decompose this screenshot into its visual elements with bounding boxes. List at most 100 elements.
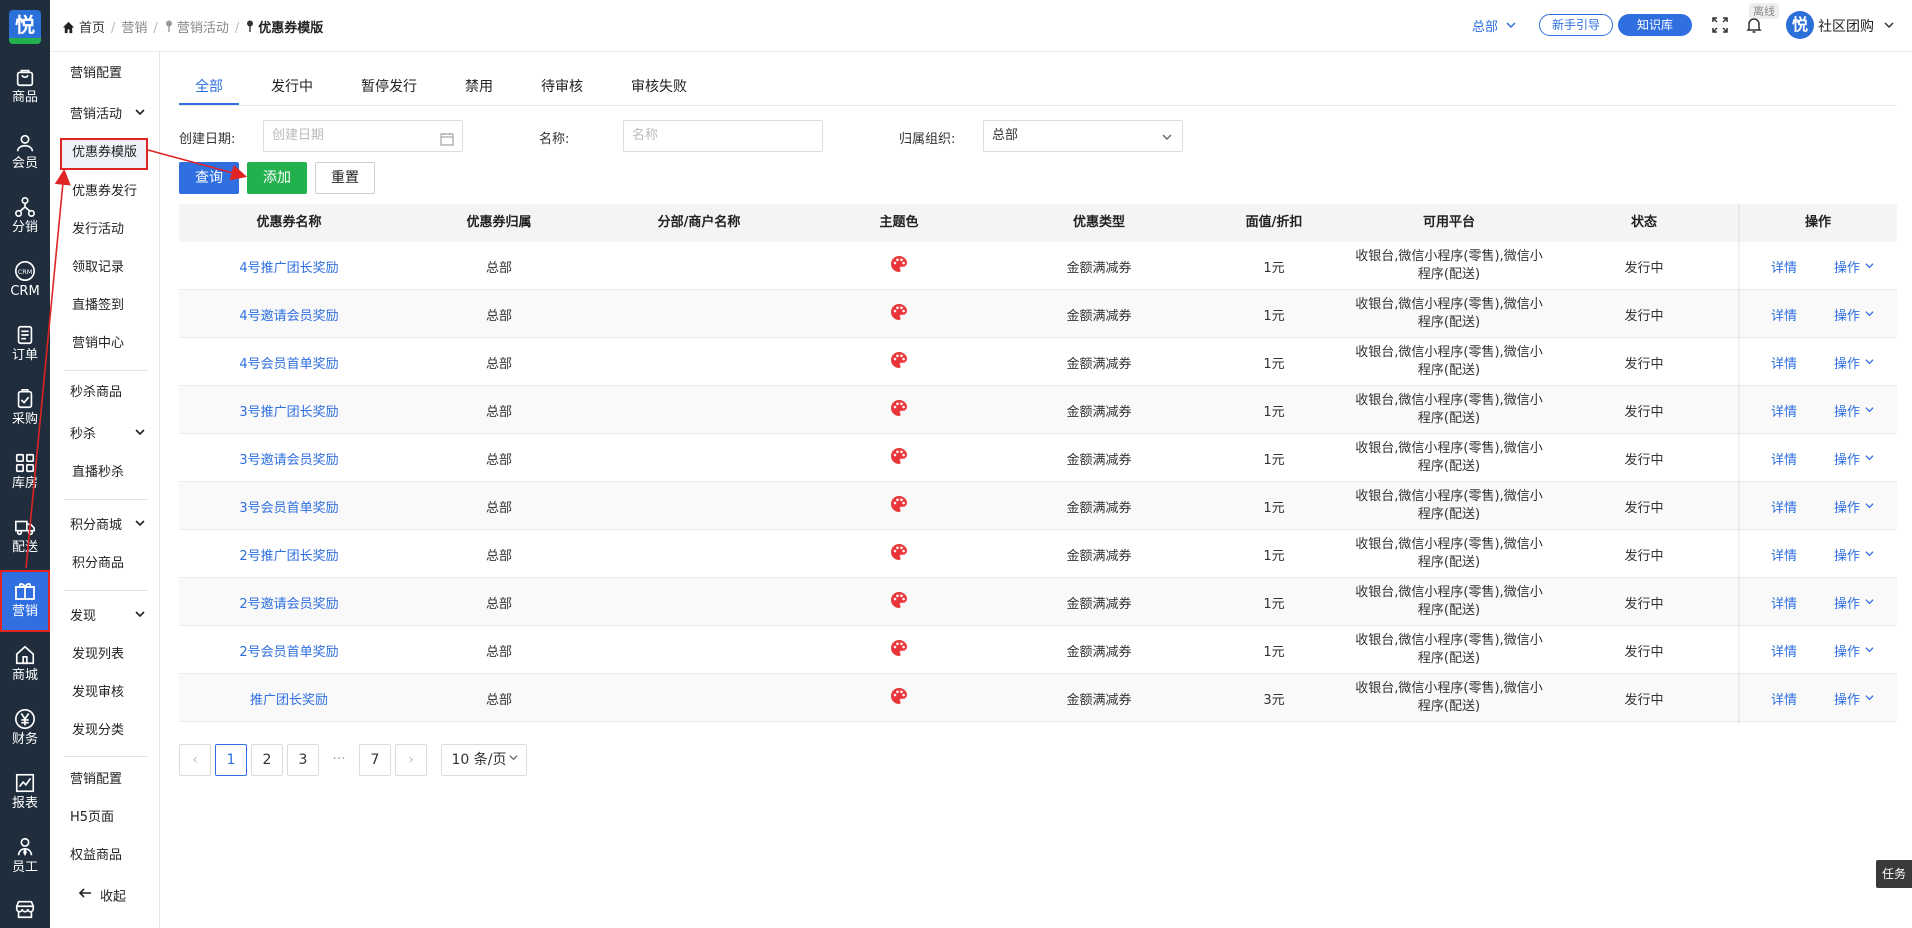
detail-link[interactable]: 详情: [1739, 530, 1797, 578]
cell-coupon-name[interactable]: 4号推广团长奖励: [179, 242, 399, 290]
cell-coupon-name[interactable]: 3号会员首单奖励: [179, 482, 399, 530]
tab-paused[interactable]: 暂停发行: [361, 76, 417, 96]
detail-link[interactable]: 详情: [1739, 482, 1797, 530]
task-button[interactable]: 任务: [1876, 860, 1912, 888]
operations-dropdown[interactable]: 操作: [1819, 482, 1889, 530]
pager-prev[interactable]: ‹: [179, 744, 211, 776]
operations-dropdown[interactable]: 操作: [1819, 242, 1889, 290]
rail-item-store[interactable]: [0, 890, 50, 928]
tab-issuing[interactable]: 发行中: [271, 76, 313, 96]
sidebar-item-flash-goods[interactable]: 秒杀商品: [50, 378, 160, 408]
detail-link[interactable]: 详情: [1739, 674, 1797, 722]
bell-icon[interactable]: [1746, 16, 1762, 38]
sidebar-item-live-checkin[interactable]: 直播签到: [50, 291, 160, 321]
detail-link[interactable]: 详情: [1739, 578, 1797, 626]
tab-pending-review[interactable]: 待审核: [541, 76, 583, 96]
add-button[interactable]: 添加: [247, 162, 307, 194]
pager-page-1[interactable]: 1: [215, 744, 247, 776]
rail-item-order[interactable]: 订单: [0, 316, 50, 376]
sidebar-group-discover[interactable]: 发现: [50, 602, 160, 632]
sidebar-item-live-flash[interactable]: 直播秒杀: [50, 458, 160, 488]
cell-coupon-name[interactable]: 4号邀请会员奖励: [179, 290, 399, 338]
operations-dropdown[interactable]: 操作: [1819, 578, 1889, 626]
rail-item-marketing[interactable]: 营销: [0, 570, 50, 632]
tab-review-failed[interactable]: 审核失败: [631, 76, 687, 96]
query-button[interactable]: 查询: [179, 162, 239, 194]
operations-dropdown[interactable]: 操作: [1819, 626, 1889, 674]
pager-page-last[interactable]: 7: [359, 744, 391, 776]
cell-coupon-name[interactable]: 推广团长奖励: [179, 674, 399, 722]
sidebar-item-discover-review[interactable]: 发现审核: [50, 678, 160, 708]
rail-item-distribution[interactable]: 分销: [0, 188, 50, 248]
rail-item-staff[interactable]: 员工: [0, 828, 50, 888]
guide-button[interactable]: 新手引导: [1539, 14, 1613, 36]
palette-icon: [890, 399, 908, 421]
breadcrumb-marketing[interactable]: 营销: [121, 17, 147, 36]
breadcrumb-activity[interactable]: 营销活动: [177, 17, 229, 36]
detail-link[interactable]: 详情: [1739, 626, 1797, 674]
sidebar-item-coupon-issue[interactable]: 优惠券发行: [50, 177, 160, 207]
operations-dropdown[interactable]: 操作: [1819, 338, 1889, 386]
tab-all[interactable]: 全部: [195, 76, 223, 96]
detail-link[interactable]: 详情: [1739, 386, 1797, 434]
operations-dropdown[interactable]: 操作: [1819, 674, 1889, 722]
org-switcher[interactable]: 总部: [1472, 16, 1516, 35]
page-size-select[interactable]: 10 条/页: [441, 744, 527, 776]
operations-dropdown[interactable]: 操作: [1819, 386, 1889, 434]
sidebar-item-benefit-goods[interactable]: 权益商品: [50, 841, 160, 871]
sidebar-item-marketing-config[interactable]: 营销配置: [50, 59, 160, 89]
breadcrumb-home[interactable]: 首页: [79, 17, 105, 36]
rail-item-purchase[interactable]: 采购: [0, 380, 50, 440]
cell-coupon-name[interactable]: 3号邀请会员奖励: [179, 434, 399, 482]
detail-link[interactable]: 详情: [1739, 242, 1797, 290]
name-input[interactable]: 名称: [623, 120, 823, 152]
sidebar-item-marketing-center[interactable]: 营销中心: [50, 329, 160, 359]
detail-link[interactable]: 详情: [1739, 338, 1797, 386]
rail-item-delivery[interactable]: 配送: [0, 508, 50, 568]
fullscreen-icon[interactable]: [1712, 17, 1728, 37]
platform-line: 收银台,微信小程序(零售),微信小: [1355, 297, 1543, 312]
sidebar-group-points-mall[interactable]: 积分商城: [50, 511, 160, 541]
operations-dropdown[interactable]: 操作: [1819, 434, 1889, 482]
sidebar-item-discover-category[interactable]: 发现分类: [50, 716, 160, 746]
cell-platform: 收银台,微信小程序(零售),微信小 程序(配送): [1349, 386, 1549, 434]
operations-dropdown[interactable]: 操作: [1819, 530, 1889, 578]
rail-item-warehouse[interactable]: 库房: [0, 444, 50, 504]
sidebar-item-issue-activity[interactable]: 发行活动: [50, 215, 160, 245]
collapse-button[interactable]: 收起: [50, 882, 160, 912]
user-menu[interactable]: 社区团购: [1818, 16, 1894, 36]
date-input[interactable]: 创建日期: [263, 120, 463, 152]
org-select[interactable]: 总部: [983, 120, 1183, 152]
rail-item-report[interactable]: 报表: [0, 764, 50, 824]
sidebar-item-coupon-template[interactable]: 优惠券模版: [60, 138, 148, 170]
avatar[interactable]: 悦: [1786, 11, 1814, 39]
sidebar-item-marketing-config-2[interactable]: 营销配置: [50, 765, 160, 795]
reset-button[interactable]: 重置: [315, 162, 375, 194]
rail-item-finance[interactable]: 财务: [0, 700, 50, 760]
cell-coupon-name[interactable]: 2号邀请会员奖励: [179, 578, 399, 626]
sidebar-item-claim-record[interactable]: 领取记录: [50, 253, 160, 283]
detail-link[interactable]: 详情: [1739, 434, 1797, 482]
pager-page-2[interactable]: 2: [251, 744, 283, 776]
rail-item-member[interactable]: 会员: [0, 124, 50, 184]
tab-disabled[interactable]: 禁用: [465, 76, 493, 96]
sidebar-item-discover-list[interactable]: 发现列表: [50, 640, 160, 670]
sidebar-group-marketing-activity[interactable]: 营销活动: [50, 100, 160, 130]
pager-page-3[interactable]: 3: [287, 744, 319, 776]
knowledge-base-button[interactable]: 知识库: [1618, 14, 1692, 36]
rail-item-goods[interactable]: 商品: [0, 58, 50, 118]
pager-next[interactable]: ›: [395, 744, 427, 776]
cell-coupon-name[interactable]: 2号会员首单奖励: [179, 626, 399, 674]
detail-link[interactable]: 详情: [1739, 290, 1797, 338]
cell-coupon-name[interactable]: 4号会员首单奖励: [179, 338, 399, 386]
sidebar-item-h5-page[interactable]: H5页面: [50, 803, 160, 833]
app-logo[interactable]: 悦: [9, 10, 41, 44]
rail-item-mall[interactable]: 商城: [0, 636, 50, 696]
operations-dropdown[interactable]: 操作: [1819, 290, 1889, 338]
sidebar-group-flash-sale[interactable]: 秒杀: [50, 420, 160, 450]
sidebar-item-points-goods[interactable]: 积分商品: [50, 549, 160, 579]
rail-item-crm[interactable]: CRM CRM: [0, 252, 50, 312]
cell-coupon-name[interactable]: 2号推广团长奖励: [179, 530, 399, 578]
cell-coupon-name[interactable]: 3号推广团长奖励: [179, 386, 399, 434]
pager-ellipsis[interactable]: ···: [323, 744, 355, 776]
